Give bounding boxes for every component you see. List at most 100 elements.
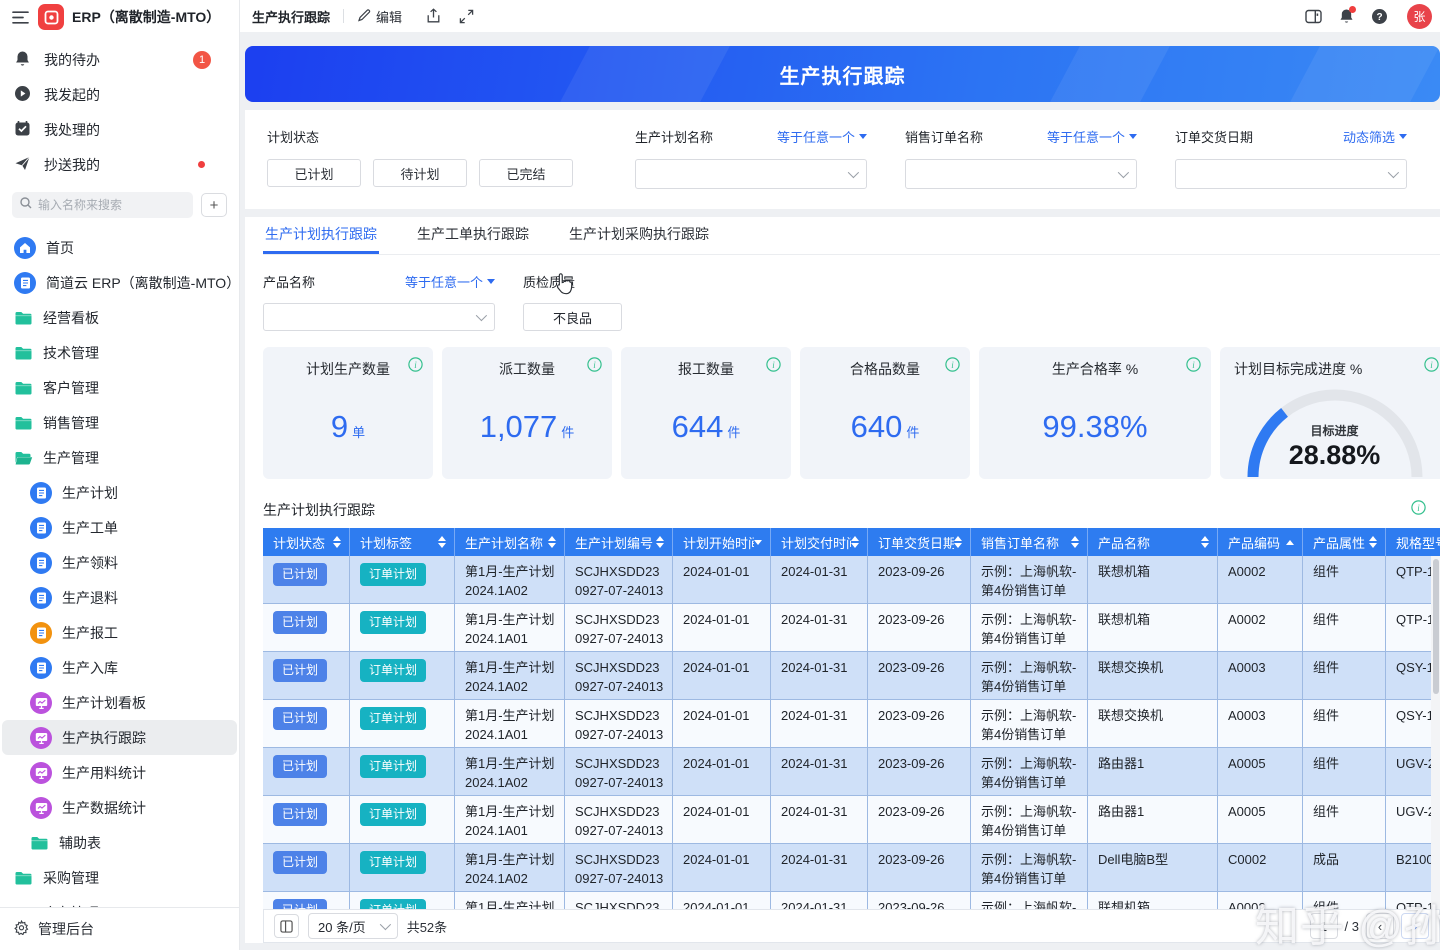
filter-operator-dropdown[interactable]: 等于任意一个 xyxy=(777,127,867,146)
product-name-select[interactable] xyxy=(263,303,495,331)
sort-icon[interactable] xyxy=(1071,536,1079,548)
sort-icon[interactable] xyxy=(1201,536,1209,548)
sidebar-item-12[interactable]: 生产入库 xyxy=(2,650,237,685)
tab-1[interactable]: 生产工单执行跟踪 xyxy=(415,217,531,254)
app-logo-icon[interactable] xyxy=(38,4,64,30)
column-header-1[interactable]: 计划标签 xyxy=(350,528,455,556)
table-row[interactable]: 已计划订单计划第1月-生产计划2024.1A02SCJHXSDD230927-0… xyxy=(263,844,1440,892)
sidebar-item-15[interactable]: 生产用料统计 xyxy=(2,755,237,790)
hamburger-menu-icon[interactable] xyxy=(10,7,30,27)
sort-icon[interactable] xyxy=(438,536,446,548)
tab-0[interactable]: 生产计划执行跟踪 xyxy=(263,217,379,254)
prev-page-button[interactable]: ‹ xyxy=(1366,913,1394,939)
sidebar-item-5[interactable]: 销售管理 xyxy=(2,405,237,440)
column-header-11[interactable]: 规格型号 xyxy=(1386,528,1440,556)
sidebar-item-3[interactable]: 技术管理 xyxy=(2,335,237,370)
info-icon[interactable]: i xyxy=(408,357,423,377)
fullscreen-button[interactable] xyxy=(455,5,477,27)
sidebar-item-7[interactable]: 生产计划 xyxy=(2,475,237,510)
quick-item-3[interactable]: 抄送我的 xyxy=(0,147,239,182)
column-settings-button[interactable] xyxy=(274,914,299,938)
column-header-0[interactable]: 计划状态 xyxy=(263,528,350,556)
defective-filter-button[interactable]: 不良品 xyxy=(523,303,622,331)
info-icon[interactable]: i xyxy=(1411,500,1426,520)
info-icon[interactable]: i xyxy=(945,357,960,377)
sort-icon[interactable] xyxy=(548,536,556,548)
info-icon[interactable]: i xyxy=(1424,357,1439,377)
sort-icon[interactable] xyxy=(754,540,762,545)
sort-icon[interactable] xyxy=(1286,540,1294,545)
table-row[interactable]: 已计划订单计划第1月-生产计划2024.1A01SCJHXSDD230927-0… xyxy=(263,796,1440,844)
page-size-select[interactable]: 20 条/页 xyxy=(308,913,398,939)
table-row[interactable]: 已计划订单计划第1月-生产计划2024.1A01SCJHXSDD230927-0… xyxy=(263,604,1440,652)
column-header-10[interactable]: 产品属性 xyxy=(1303,528,1386,556)
info-icon[interactable]: i xyxy=(766,357,781,377)
tab-2[interactable]: 生产计划采购执行跟踪 xyxy=(567,217,711,254)
add-button[interactable]: + xyxy=(201,193,227,217)
sidebar-item-11[interactable]: 生产报工 xyxy=(2,615,237,650)
page-number-input[interactable]: 1 xyxy=(1310,913,1338,939)
quick-item-2[interactable]: 我处理的 xyxy=(0,112,239,147)
sidebar-item-18[interactable]: 采购管理 xyxy=(2,860,237,895)
sidebar-item-16[interactable]: 生产数据统计 xyxy=(2,790,237,825)
sidebar-item-8[interactable]: 生产工单 xyxy=(2,510,237,545)
status-filter-button-0[interactable]: 已计划 xyxy=(267,159,361,187)
sort-icon[interactable] xyxy=(1369,536,1377,548)
status-filter-button-1[interactable]: 待计划 xyxy=(373,159,467,187)
plan-name-select[interactable] xyxy=(635,159,867,189)
sidebar-item-14[interactable]: 生产执行跟踪 xyxy=(2,720,237,755)
table-row[interactable]: 已计划订单计划第1月-生产计划2024.1A02SCJHXSDD230927-0… xyxy=(263,556,1440,604)
info-icon[interactable]: i xyxy=(1186,357,1201,377)
sidebar-item-6[interactable]: 生产管理 xyxy=(2,440,237,475)
table-row[interactable]: 已计划订单计划第1月-生产计划2024.1A01SCJHXSDD230927-0… xyxy=(263,700,1440,748)
column-header-8[interactable]: 产品名称 xyxy=(1088,528,1218,556)
status-filter-button-2[interactable]: 已完结 xyxy=(479,159,573,187)
sidebar-item-19[interactable]: 库存管理 xyxy=(2,895,237,907)
sidebar-item-9[interactable]: 生产领料 xyxy=(2,545,237,580)
column-header-6[interactable]: 订单交货日期 xyxy=(868,528,971,556)
scrollbar-thumb[interactable] xyxy=(1433,559,1439,694)
column-header-2[interactable]: 生产计划名称 xyxy=(455,528,565,556)
share-button[interactable] xyxy=(422,5,444,27)
sidebar-item-13[interactable]: 生产计划看板 xyxy=(2,685,237,720)
sidebar-item-1[interactable]: 简道云 ERP（离散制造-MTO）... xyxy=(2,265,237,300)
table-row[interactable]: 已计划订单计划第1月-生产计划2024.1A02SCJHXSDD230927-0… xyxy=(263,748,1440,796)
filter-operator-dropdown[interactable]: 动态筛选 xyxy=(1343,127,1407,146)
search-input[interactable] xyxy=(38,198,148,212)
sidebar-item-2[interactable]: 经营看板 xyxy=(2,300,237,335)
sidebar-item-label: 生产用料统计 xyxy=(62,763,146,783)
table-row[interactable]: 已计划订单计划第1月-生产计划2024.1A01SCJHXSDD230927-0… xyxy=(263,892,1440,909)
admin-backend-item[interactable]: 管理后台 xyxy=(0,907,239,950)
sort-icon[interactable] xyxy=(851,536,859,548)
sort-icon[interactable] xyxy=(333,536,341,548)
user-avatar[interactable]: 张 xyxy=(1407,4,1432,29)
sort-icon[interactable] xyxy=(656,536,664,548)
quick-item-1[interactable]: 我发起的 xyxy=(0,77,239,112)
sidebar-item-4[interactable]: 客户管理 xyxy=(2,370,237,405)
sidebar-item-10[interactable]: 生产退料 xyxy=(2,580,237,615)
order-name-select[interactable] xyxy=(905,159,1137,189)
search-box[interactable] xyxy=(12,192,193,218)
column-header-7[interactable]: 销售订单名称 xyxy=(971,528,1088,556)
filter-operator-dropdown[interactable]: 等于任意一个 xyxy=(405,272,495,291)
delivery-date-select[interactable] xyxy=(1175,159,1407,189)
filter-operator-dropdown[interactable]: 等于任意一个 xyxy=(1047,127,1137,146)
help-button[interactable]: ? xyxy=(1368,5,1390,27)
notifications-bell-icon[interactable] xyxy=(1335,5,1357,27)
info-icon[interactable]: i xyxy=(587,357,602,377)
column-header-5[interactable]: 计划交付时间 xyxy=(771,528,868,556)
panel-toggle-button[interactable] xyxy=(1302,5,1324,27)
pagination-bar: 20 条/页 共52条 1 / 3 ‹ › xyxy=(263,909,1440,943)
vertical-scrollbar[interactable] xyxy=(1431,556,1440,909)
sidebar-item-0[interactable]: 首页 xyxy=(2,230,237,265)
column-header-4[interactable]: 计划开始时间 xyxy=(673,528,771,556)
column-header-3[interactable]: 生产计划编号 xyxy=(565,528,673,556)
next-page-button[interactable]: › xyxy=(1401,913,1429,939)
table-row[interactable]: 已计划订单计划第1月-生产计划2024.1A02SCJHXSDD230927-0… xyxy=(263,652,1440,700)
column-header-9[interactable]: 产品编码 xyxy=(1218,528,1303,556)
sidebar-item-label: 生产领料 xyxy=(62,553,118,573)
sidebar-item-17[interactable]: 辅助表 xyxy=(2,825,237,860)
sort-icon[interactable] xyxy=(954,536,962,548)
quick-item-0[interactable]: 我的待办1 xyxy=(0,42,239,77)
edit-button[interactable]: 编辑 xyxy=(357,7,402,26)
